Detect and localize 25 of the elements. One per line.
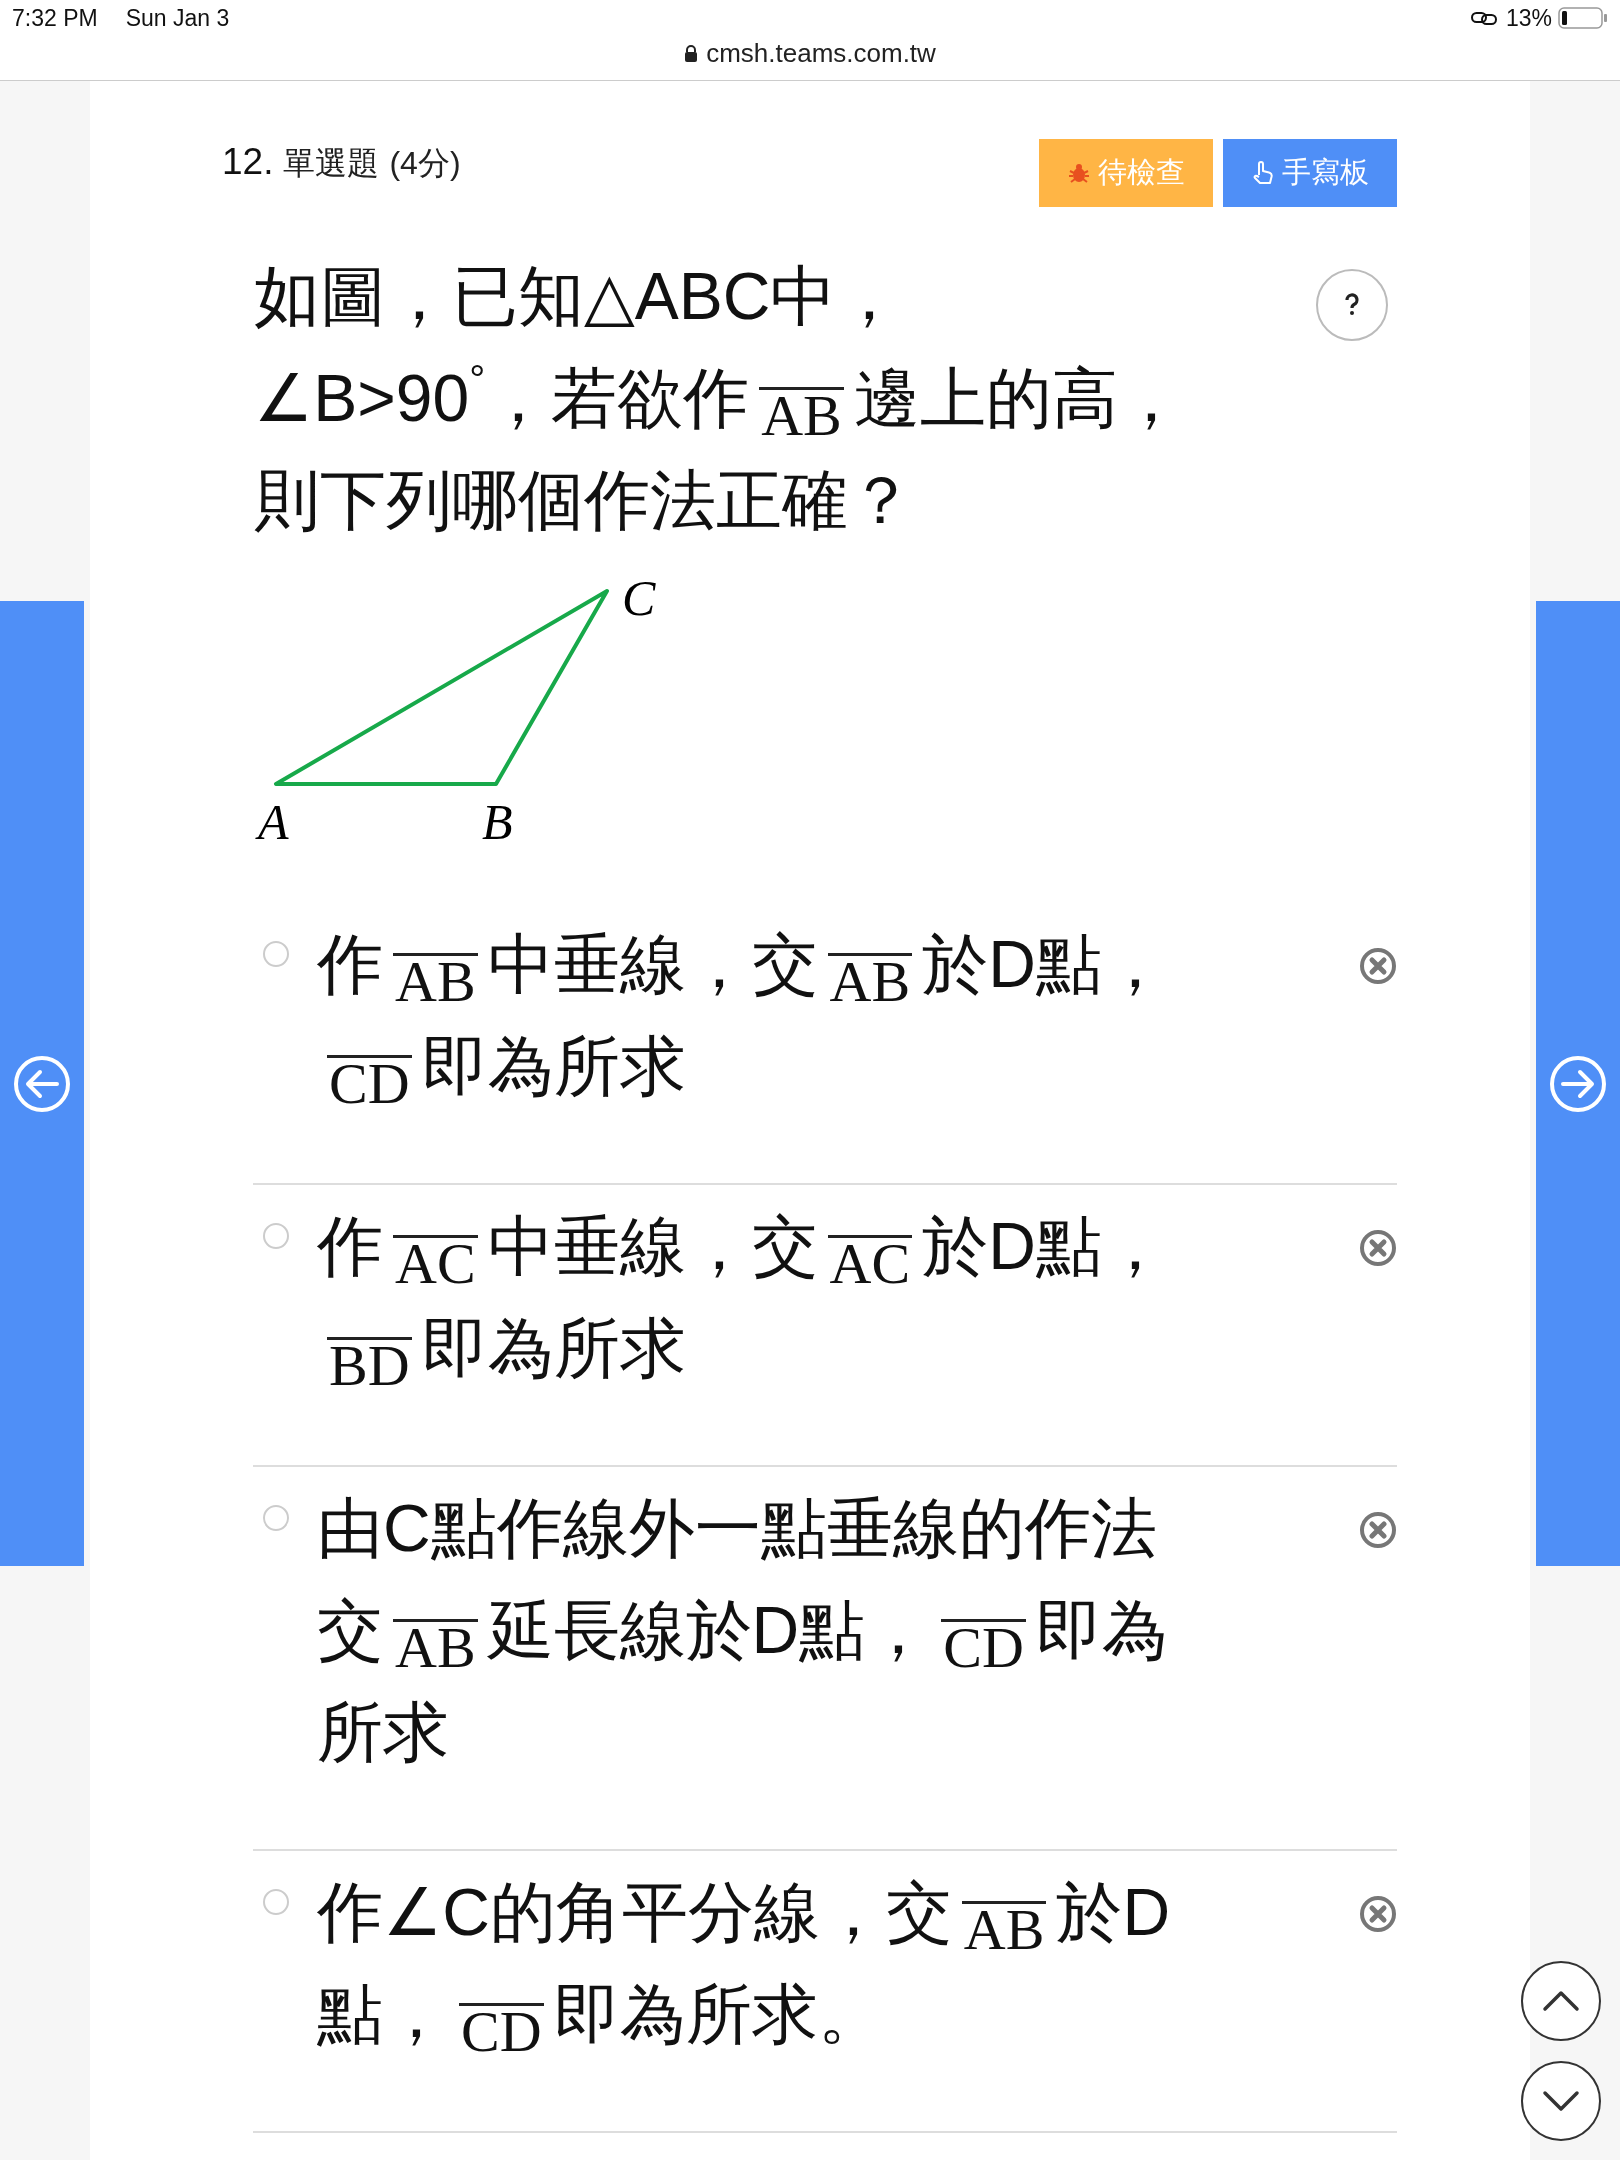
question-points: (4分)	[389, 144, 461, 183]
battery-icon	[1558, 7, 1608, 29]
vertex-label: B	[482, 794, 513, 850]
eliminate-icon[interactable]	[1359, 947, 1397, 985]
eliminate-icon[interactable]	[1359, 1229, 1397, 1267]
radio-button[interactable]	[263, 1223, 289, 1249]
address-bar[interactable]: cmsh.teams.com.tw	[684, 36, 936, 69]
status-time: 7:32 PM	[12, 4, 98, 32]
link-icon	[1469, 10, 1500, 26]
battery-percent: 13%	[1505, 4, 1552, 32]
radio-button[interactable]	[263, 1889, 289, 1915]
chevron-up-icon	[1541, 1989, 1581, 2013]
lock-icon	[684, 45, 699, 62]
chevron-down-icon	[1541, 2089, 1581, 2113]
radio-button[interactable]	[263, 941, 289, 967]
eliminate-icon[interactable]	[1359, 1895, 1397, 1933]
pointing-hand-icon	[1251, 161, 1274, 185]
bug-icon	[1067, 162, 1090, 184]
question-mark-icon	[1342, 292, 1362, 318]
status-date: Sun Jan 3	[125, 4, 230, 32]
eliminate-icon[interactable]	[1359, 1511, 1397, 1549]
question-number: 12.	[222, 141, 274, 183]
question-type: 單選題	[283, 144, 380, 183]
radio-button[interactable]	[263, 1505, 289, 1531]
vertex-label: C	[622, 577, 656, 626]
